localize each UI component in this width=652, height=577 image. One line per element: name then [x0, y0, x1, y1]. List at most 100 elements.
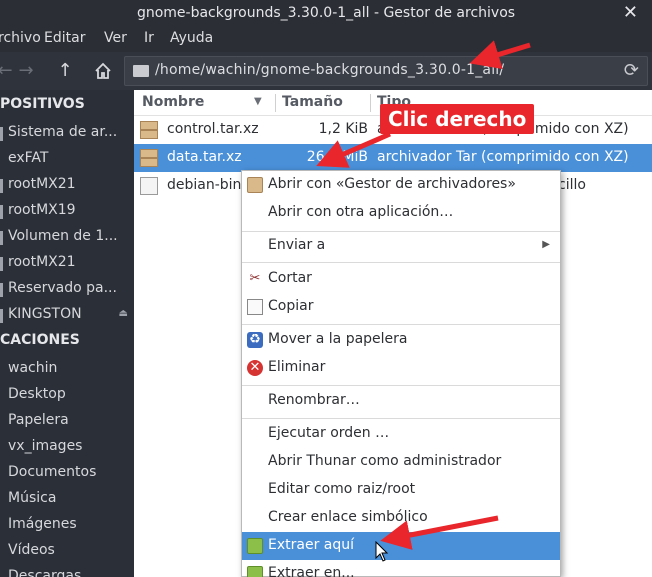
sidebar-item-device[interactable]: rootMX19 — [0, 200, 134, 224]
menu-separator — [242, 385, 560, 386]
sidebar-item-place[interactable]: Vídeos — [0, 540, 134, 564]
sidebar-item-place[interactable]: Papelera — [0, 410, 134, 434]
eject-icon[interactable]: ⏏ — [119, 308, 128, 319]
drive-icon — [0, 283, 3, 297]
recycle-icon: ♻ — [247, 332, 263, 348]
menu-item-extract-to[interactable]: Extraer en... — [242, 560, 560, 577]
menu-ir[interactable]: Ir — [144, 30, 154, 46]
menu-separator — [242, 324, 560, 325]
column-separator[interactable] — [275, 94, 276, 112]
extract-icon — [247, 566, 263, 577]
sidebar: POSITIVOS Sistema de ar... exFAT rootMX2… — [0, 90, 134, 577]
sidebar-item-place[interactable]: Descargas — [0, 566, 134, 577]
sort-descending-icon: ▼ — [254, 96, 262, 107]
file-row-selected[interactable]: data.tar.xz 26,1 MiB archivador Tar (com… — [134, 144, 652, 172]
sidebar-item-device[interactable]: rootMX21 — [0, 174, 134, 198]
sidebar-heading-places: CACIONES — [0, 332, 80, 348]
sidebar-item-label: rootMX21 — [8, 254, 76, 270]
delete-icon: ✕ — [247, 360, 263, 376]
menu-ayuda[interactable]: Ayuda — [170, 30, 213, 46]
sidebar-item-label: Vídeos — [8, 542, 55, 558]
sidebar-item-label: vx_images — [8, 438, 83, 454]
arrow-right-icon[interactable]: → — [13, 58, 39, 84]
column-separator[interactable] — [370, 94, 371, 112]
sidebar-item-label: Descargas — [8, 568, 82, 577]
menu-separator — [242, 418, 560, 419]
drive-icon — [0, 127, 3, 141]
menu-item-label: Abrir Thunar como administrador — [268, 453, 502, 469]
sidebar-item-label: Reservado pa... — [8, 280, 117, 296]
submenu-arrow-icon: ▶ — [542, 239, 550, 250]
location-path[interactable]: /home/wachin/gnome-backgrounds_3.30.0-1_… — [155, 62, 504, 78]
menu-item-create-symlink[interactable]: Crear enlace simbólico — [242, 504, 560, 532]
sidebar-item-label: Música — [8, 490, 57, 506]
sidebar-item-label: rootMX19 — [8, 202, 76, 218]
menu-item-extract-here[interactable]: Extraer aquí — [242, 532, 560, 560]
archive-icon — [140, 149, 158, 167]
sidebar-item-label: Documentos — [8, 464, 97, 480]
sidebar-item-label: Volumen de 1... — [8, 228, 118, 244]
copy-icon — [247, 299, 263, 315]
sidebar-item-place[interactable]: Documentos — [0, 462, 134, 486]
menu-item-label: Mover a la papelera — [268, 331, 408, 347]
drive-icon — [0, 257, 3, 271]
column-name[interactable]: Nombre — [142, 94, 204, 110]
menu-item-label: Cortar — [268, 270, 312, 286]
usb-drive-icon — [0, 309, 3, 323]
menu-bar: rchivo Editar Ver Ir Ayuda — [0, 28, 652, 52]
sidebar-item-place[interactable]: Música — [0, 488, 134, 512]
file-name: control.tar.xz — [167, 121, 259, 137]
menu-item-label: Eliminar — [268, 359, 326, 375]
sidebar-item-place[interactable]: Imágenes — [0, 514, 134, 538]
sidebar-item-place[interactable]: vx_images — [0, 436, 134, 460]
drive-icon — [0, 179, 3, 193]
folder-icon — [133, 65, 149, 77]
menu-item-label: Abrir con «Gestor de archivadores» — [268, 176, 516, 192]
sidebar-item-label: exFAT — [8, 150, 49, 166]
menu-item-move-to-trash[interactable]: ♻ Mover a la papelera — [242, 326, 560, 354]
menu-item-send-to[interactable]: Enviar a ▶ — [242, 232, 560, 260]
annotation-label: Clic derecho — [380, 104, 535, 134]
menu-item-label: Crear enlace simbólico — [268, 509, 428, 525]
menu-item-run-command[interactable]: Ejecutar orden … — [242, 420, 560, 448]
menu-item-rename[interactable]: Renombrar… — [242, 387, 560, 415]
column-size[interactable]: Tamaño — [282, 94, 343, 110]
mouse-cursor-icon — [375, 541, 389, 562]
menu-item-label: Enviar a — [268, 237, 326, 253]
arrow-up-icon[interactable]: ↑ — [52, 58, 78, 84]
home-icon[interactable] — [90, 58, 116, 84]
menu-item-label: Extraer en... — [268, 565, 355, 577]
sidebar-item-device[interactable]: KINGSTON ⏏ — [0, 304, 134, 328]
menu-item-cut[interactable]: ✂ Cortar — [242, 265, 560, 293]
file-type: cillo — [558, 177, 586, 193]
menu-item-open-with-archiver[interactable]: Abrir con «Gestor de archivadores» — [242, 171, 560, 199]
menu-item-copy[interactable]: Copiar — [242, 293, 560, 321]
sidebar-item-place[interactable]: wachin — [0, 358, 134, 382]
menu-item-label: Extraer aquí — [268, 537, 355, 553]
extract-icon — [247, 538, 263, 554]
file-size: 1,2 KiB — [318, 121, 368, 137]
sidebar-heading-devices: POSITIVOS — [0, 96, 85, 112]
sidebar-item-device[interactable]: rootMX21 — [0, 252, 134, 276]
menu-archivo[interactable]: rchivo — [0, 30, 41, 46]
menu-item-open-with-other[interactable]: Abrir con otra aplicación… — [242, 199, 560, 227]
sidebar-item-label: rootMX21 — [8, 176, 76, 192]
menu-item-edit-as-root[interactable]: Editar como raiz/root — [242, 476, 560, 504]
file-type: archivador Tar (comprimido con XZ) — [377, 149, 629, 165]
sidebar-item-device[interactable]: Volumen de 1... — [0, 226, 134, 250]
sidebar-item-device[interactable]: Sistema de ar... — [0, 122, 134, 146]
menu-ver[interactable]: Ver — [104, 30, 127, 46]
menu-editar[interactable]: Editar — [44, 30, 85, 46]
menu-item-delete[interactable]: ✕ Eliminar — [242, 354, 560, 382]
sidebar-item-device[interactable]: Reservado pa... — [0, 278, 134, 302]
sidebar-item-device[interactable]: exFAT — [0, 148, 134, 172]
reload-icon[interactable]: ⟳ — [624, 60, 639, 81]
menu-separator — [242, 262, 560, 263]
sidebar-item-place[interactable]: Desktop — [0, 384, 134, 408]
sidebar-item-label: Desktop — [8, 386, 66, 402]
menu-item-open-thunar-admin[interactable]: Abrir Thunar como administrador — [242, 448, 560, 476]
sidebar-item-label: Papelera — [8, 412, 69, 428]
location-bar[interactable]: /home/wachin/gnome-backgrounds_3.30.0-1_… — [124, 56, 648, 86]
close-icon[interactable]: ✕ — [623, 2, 638, 23]
archive-manager-icon — [247, 177, 263, 193]
